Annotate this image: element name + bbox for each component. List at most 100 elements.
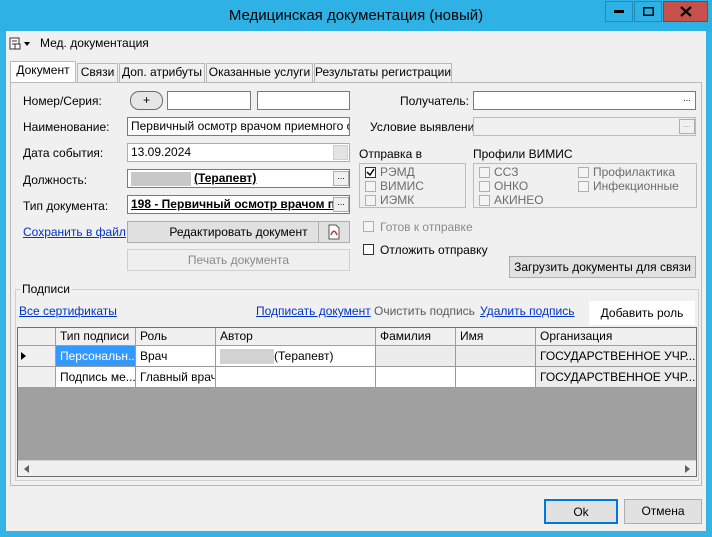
onko-checkbox[interactable] [479,181,490,192]
tab-document[interactable]: Документ [10,61,76,83]
recipient-label: Получатель: [400,94,469,108]
akineo-checkbox[interactable] [479,195,490,206]
minimize-icon [614,10,624,13]
load-linked-docs-button[interactable]: Загрузить документы для связи [509,256,696,278]
recipient-input[interactable] [473,91,696,110]
all-certificates-link[interactable]: Все сертификаты [19,304,117,318]
table-row-cell-last-name [376,367,456,388]
defer-sending-checkbox[interactable] [363,244,374,255]
ready-to-send-label: Готов к отправке [380,220,473,234]
col-author[interactable]: Автор [216,328,376,346]
table-row-cell-last-name [376,346,456,367]
vimis-checkbox[interactable] [365,181,376,192]
close-button[interactable] [663,1,708,22]
scroll-left-icon[interactable] [22,464,32,474]
event-date-label: Дата события: [23,146,104,160]
title-bar[interactable]: Медицинская документация (новый) [0,0,712,32]
toolbar-menu-label[interactable]: Мед. документация [40,36,149,50]
defer-sending-label: Отложить отправку [380,243,488,257]
onko-label: ОНКО [494,179,529,193]
col-organization[interactable]: Организация [536,328,696,346]
maximize-button[interactable] [634,1,662,22]
add-number-button[interactable]: + [130,91,163,110]
send-to-label: Отправка в [359,147,422,161]
checkmark-icon [366,168,375,177]
ok-button[interactable]: Ok [544,499,618,524]
scroll-right-icon[interactable] [682,464,692,474]
doctype-input[interactable]: 198 - Первичный осмотр врачом п [127,195,350,214]
number-series-label: Номер/Серия: [23,94,102,108]
prevention-checkbox[interactable] [578,167,589,178]
col-role[interactable]: Роль [136,328,216,346]
tab-extra-attributes[interactable]: Доп. атрибуты [119,63,205,82]
col-sign-type[interactable]: Тип подписи [56,328,136,346]
iemk-checkbox[interactable] [365,195,376,206]
table-row-cell-first-name [456,367,536,388]
remd-checkbox[interactable] [365,167,376,178]
vimis-profiles-list: ССЗ ОНКО АКИНЕО Профилактика Инфекционны… [473,163,697,208]
tab-registration-results[interactable]: Результаты регистрации [314,63,452,82]
calendar-dropdown[interactable] [333,145,348,160]
dialog-client: Мед. документация Документ Связи Доп. ат… [6,31,706,531]
menu-dropdown[interactable] [9,37,33,51]
signatures-group-label: Подписи [20,282,72,296]
condition-select-button[interactable]: ... [679,119,695,134]
clear-signature-label[interactable]: Очистить подпись [374,304,475,318]
table-row-cell-role[interactable]: Главный врач [136,367,216,388]
send-to-list: РЭМД ВИМИС ИЭМК [359,163,466,208]
grid-horizontal-scrollbar[interactable] [18,460,696,476]
signatures-grid[interactable]: Тип подписи Роль Автор Фамилия Имя Орган… [17,327,697,477]
event-date-input[interactable]: 13.09.2024 [127,143,350,162]
remd-label: РЭМД [380,165,415,179]
vimis-profiles-label: Профили ВИМИС [473,147,573,161]
add-role-button[interactable]: Добавить роль [589,301,695,325]
table-row-cell-first-name [456,346,536,367]
redacted-name-block [131,172,191,186]
akineo-label: АКИНЕО [494,193,544,207]
table-row-cell-role[interactable]: Врач [136,346,216,367]
col-last-name[interactable]: Фамилия [376,328,456,346]
row-selector-current[interactable] [18,346,56,367]
document-menu-icon [9,37,30,50]
doctype-select-button[interactable]: ... [333,197,349,212]
prevention-label: Профилактика [593,165,675,179]
print-document-button[interactable]: Печать документа [127,249,350,271]
col-first-name[interactable]: Имя [456,328,536,346]
table-row-cell-org: ГОСУДАРСТВЕННОЕ УЧР... [536,346,696,367]
name-input[interactable]: Первичный осмотр врачом приемного отде [127,117,350,136]
document-tab-panel: Номер/Серия: + Наименование: Первичный о… [10,82,702,486]
table-row-cell-org: ГОСУДАРСТВЕННОЕ УЧР... [536,367,696,388]
position-select-button[interactable]: ... [333,171,349,186]
tab-services[interactable]: Оказанные услуги [206,63,313,82]
iemk-label: ИЭМК [380,193,415,207]
cancel-button[interactable]: Отмена [624,499,702,524]
save-to-file-link[interactable]: Сохранить в файл [23,225,126,239]
minimize-button[interactable] [605,1,633,22]
ssz-checkbox[interactable] [479,167,490,178]
condition-label: Условие выявления: [370,120,485,134]
pdf-document-icon [328,224,340,240]
redacted-author-block [220,349,274,364]
row-selector[interactable] [18,367,56,388]
close-icon [679,6,692,17]
pdf-button[interactable] [318,221,350,243]
infectious-checkbox[interactable] [578,181,589,192]
table-row-cell-author[interactable] [216,367,376,388]
series-input[interactable] [257,91,350,110]
grid-row-header-corner [18,328,56,346]
name-label: Наименование: [23,120,110,134]
delete-signature-link[interactable]: Удалить подпись [480,304,575,318]
ready-to-send-checkbox[interactable] [363,221,374,232]
edit-document-button[interactable]: Редактировать документ [127,221,350,243]
recipient-select-button[interactable]: ... [679,93,695,108]
position-label: Должность: [23,173,88,187]
condition-input[interactable] [473,117,696,136]
current-row-arrow-icon [21,352,26,360]
vimis-label: ВИМИС [380,179,424,193]
sign-document-link[interactable]: Подписать документ [256,304,371,318]
tab-links[interactable]: Связи [77,63,118,82]
number-input[interactable] [167,91,251,110]
table-row-cell-type[interactable]: Подпись ме... [56,367,136,388]
table-row-cell-type[interactable]: Персональн... [56,346,136,367]
doctype-label: Тип документа: [23,199,109,213]
